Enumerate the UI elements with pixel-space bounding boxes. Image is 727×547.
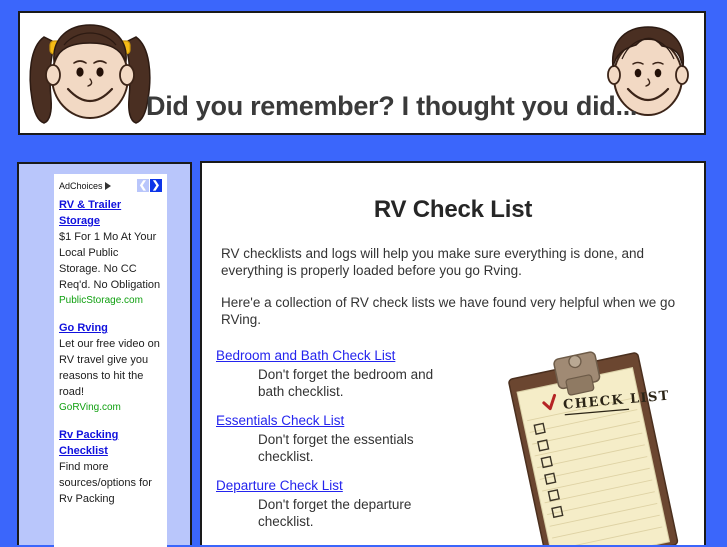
- main-content-panel: CHECK LIST RV Check List RV checklists a…: [200, 161, 706, 545]
- ad-description: Let our free video on RV travel give you…: [59, 338, 160, 398]
- departure-checklist-link[interactable]: Departure Check List: [216, 477, 343, 494]
- ad-listing: Go Rving Let our free video on RV travel…: [59, 320, 162, 415]
- banner-headline: Did you remember? I thought you did...: [146, 91, 638, 121]
- adchoices-triangle-icon: [104, 181, 111, 190]
- ad-display-url[interactable]: PublicStorage.com: [59, 293, 162, 308]
- ad-nav-arrows: ❮ ❯: [137, 179, 162, 192]
- page-title: RV Check List: [373, 196, 533, 223]
- ad-sidebar: AdChoices ❮ ❯ RV & Trailer Storage $1 Fo…: [17, 162, 192, 547]
- ad-display-url[interactable]: GoRVing.com: [59, 400, 162, 415]
- ad-next-arrow-icon[interactable]: ❯: [150, 179, 162, 192]
- essentials-checklist-link[interactable]: Essentials Check List: [216, 412, 344, 429]
- adchoices-label: AdChoices: [59, 180, 103, 191]
- header-banner: Did you remember? I thought you did...: [18, 11, 706, 135]
- ad-title-link[interactable]: Rv Packing Checklist: [59, 427, 162, 459]
- list-item-description: Don't forget the bedroom and bath checkl…: [258, 367, 434, 399]
- intro-paragraph-2: Here'e a collection of RV check lists we…: [221, 295, 676, 327]
- list-item: Bedroom and Bath Check List Don't forget…: [216, 347, 690, 400]
- ad-listing: RV & Trailer Storage $1 For 1 Mo At Your…: [59, 197, 162, 308]
- ad-description: Find more sources/options for Rv Packing: [59, 461, 152, 505]
- list-item: Departure Check List Don't forget the de…: [216, 477, 690, 530]
- adchoices-control[interactable]: AdChoices: [59, 181, 111, 191]
- ad-title-link[interactable]: Go Rving: [59, 320, 162, 336]
- ad-header: AdChoices ❮ ❯: [59, 178, 162, 193]
- list-item-description: Don't forget the departure checklist.: [258, 497, 412, 529]
- girl-face-icon: [29, 24, 151, 124]
- list-item-description: Don't forget the essentials checklist.: [258, 432, 414, 464]
- ad-listing: Rv Packing Checklist Find more sources/o…: [59, 427, 162, 507]
- list-item: Essentials Check List Don't forget the e…: [216, 412, 690, 465]
- checklist-link-list: Bedroom and Bath Check List Don't forget…: [216, 347, 690, 545]
- ad-description: $1 For 1 Mo At Your Local Public Storage…: [59, 231, 161, 291]
- ad-unit: AdChoices ❮ ❯ RV & Trailer Storage $1 Fo…: [54, 174, 167, 547]
- ad-title-link[interactable]: RV & Trailer Storage: [59, 197, 162, 229]
- ad-prev-arrow-icon[interactable]: ❮: [137, 179, 149, 192]
- intro-paragraph-1: RV checklists and logs will help you mak…: [221, 246, 644, 278]
- bedroom-bath-checklist-link[interactable]: Bedroom and Bath Check List: [216, 347, 395, 364]
